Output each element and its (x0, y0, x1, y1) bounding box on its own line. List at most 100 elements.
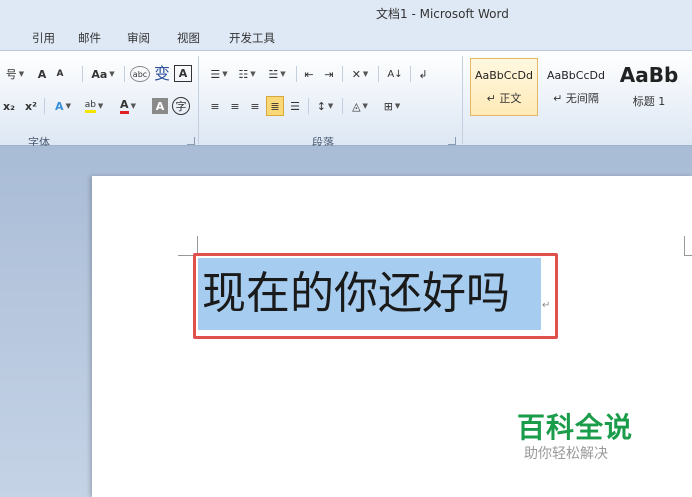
chevron-down-icon: ▼ (327, 102, 334, 110)
chevron-down-icon: ▼ (280, 70, 286, 78)
highlight-frame (193, 253, 558, 339)
font-color-icon: A (120, 98, 129, 114)
shading-button[interactable]: ◬ ▼ (346, 96, 374, 116)
font-color-button[interactable]: A ▼ (114, 96, 142, 116)
clear-format-button[interactable]: abc (130, 66, 150, 82)
sort-icon: A↓ (387, 68, 403, 80)
separator (342, 66, 343, 82)
align-center-button[interactable]: ≡ (226, 96, 244, 116)
enclose-char-button[interactable]: 字 (172, 97, 190, 115)
chevron-down-icon: ▼ (109, 70, 115, 78)
show-marks-button[interactable]: ↲ (414, 64, 432, 84)
grow-font-button[interactable]: A (34, 64, 50, 84)
char-shading-icon: A (155, 99, 165, 113)
chevron-down-icon: ▼ (222, 70, 228, 78)
chevron-down-icon: ▼ (362, 70, 369, 78)
clear-format-icon: abc (132, 69, 148, 79)
separator (342, 98, 343, 114)
increase-indent-icon: ⇥ (324, 67, 334, 81)
distributed-button[interactable]: ☰ (286, 96, 304, 116)
line-spacing-icon: ↕ (316, 99, 326, 113)
phonetic-guide-button[interactable]: 变 (152, 62, 172, 83)
separator (308, 98, 309, 114)
crop-mark-right (684, 236, 692, 256)
change-case-icon: Aa (91, 67, 108, 81)
align-left-icon: ≡ (210, 99, 220, 113)
line-spacing-button[interactable]: ↕ ▼ (312, 96, 338, 116)
font-size-value: 号 (5, 68, 17, 81)
chinese-layout-icon: ✕ (351, 67, 361, 81)
enclose-char-icon: 字 (175, 100, 187, 113)
highlight-icon: ab (84, 100, 96, 113)
multilevel-list-icon: ☱ (268, 67, 279, 81)
chevron-down-icon: ▼ (250, 70, 256, 78)
superscript-icon: x² (25, 99, 37, 113)
bullets-icon: ☰ (210, 67, 221, 81)
align-left-button[interactable]: ≡ (206, 96, 224, 116)
justify-button[interactable]: ≣ (266, 96, 284, 116)
char-shading-button[interactable]: A (152, 98, 168, 114)
align-center-icon: ≡ (230, 99, 240, 113)
separator (296, 66, 297, 82)
font-dialog-launcher-icon[interactable] (187, 137, 195, 145)
decrease-indent-icon: ⇤ (304, 67, 314, 81)
tab-view[interactable]: 视图 (177, 30, 200, 46)
chinese-layout-button[interactable]: ✕ ▼ (346, 64, 374, 84)
style-heading-1-name: 标题 1 (632, 95, 666, 108)
tab-review[interactable]: 审阅 (127, 30, 150, 46)
bullets-button[interactable]: ☰ ▼ (206, 64, 232, 84)
text-effects-button[interactable]: A ▼ (50, 96, 76, 116)
paragraph-dialog-launcher-icon[interactable] (448, 137, 456, 145)
borders-icon: ⊞ (383, 99, 393, 113)
phonetic-guide-icon: 变 (153, 64, 170, 83)
style-heading-1[interactable]: AaBb 标题 1 (614, 58, 684, 116)
shrink-font-icon: A (56, 69, 64, 79)
numbering-icon: ☷ (238, 67, 249, 81)
multilevel-list-button[interactable]: ☱ ▼ (262, 64, 292, 84)
subscript-button[interactable]: x₂ (0, 96, 18, 116)
decrease-indent-button[interactable]: ⇤ (300, 64, 318, 84)
subscript-icon: x₂ (3, 99, 15, 113)
chevron-down-icon: ▼ (130, 102, 136, 110)
separator (44, 98, 45, 114)
distributed-icon: ☰ (290, 99, 300, 113)
chevron-down-icon: ▼ (394, 102, 401, 110)
char-border-icon: A (178, 67, 188, 80)
separator (378, 66, 379, 82)
borders-button[interactable]: ⊞ ▼ (378, 96, 406, 116)
title-bar: 文档1 - Microsoft Word (0, 0, 692, 26)
chevron-down-icon: ▼ (18, 70, 25, 78)
highlight-button[interactable]: ab ▼ (80, 96, 108, 116)
tab-references[interactable]: 引用 (32, 30, 55, 46)
ribbon-tabs: 引用 邮件 审阅 视图 开发工具 (0, 26, 692, 50)
watermark-title: 百科全说 (517, 411, 634, 444)
style-no-spacing-name: ↵ 无间隔 (553, 92, 599, 105)
style-heading-1-sample: AaBb (619, 63, 679, 87)
superscript-button[interactable]: x² (22, 96, 40, 116)
separator (82, 66, 83, 82)
paragraph-mark-icon: ↲ (418, 67, 428, 81)
chevron-down-icon: ▼ (362, 102, 368, 110)
separator (124, 66, 125, 82)
window-title: 文档1 - Microsoft Word (376, 7, 509, 21)
shrink-font-button[interactable]: A (52, 64, 68, 84)
separator (410, 66, 411, 82)
style-no-spacing[interactable]: AaBbCcDd ↵ 无间隔 (542, 58, 610, 116)
change-case-button[interactable]: Aa ▼ (88, 64, 118, 84)
watermark-subtitle: 助你轻松解决 (524, 446, 608, 462)
style-no-spacing-sample: AaBbCcDd (547, 69, 605, 82)
style-normal[interactable]: AaBbCcDd ↵ 正文 (470, 58, 538, 116)
chevron-down-icon: ▼ (65, 102, 71, 110)
align-right-icon: ≡ (250, 99, 260, 113)
tab-mailings[interactable]: 邮件 (78, 30, 101, 46)
align-right-button[interactable]: ≡ (246, 96, 264, 116)
style-normal-name: ↵ 正文 (486, 92, 522, 105)
font-size-select[interactable]: 号 ▼ (0, 64, 30, 84)
increase-indent-button[interactable]: ⇥ (320, 64, 338, 84)
group-separator (198, 56, 199, 144)
char-border-button[interactable]: A (174, 65, 192, 82)
tab-developer[interactable]: 开发工具 (229, 30, 275, 46)
justify-icon: ≣ (270, 99, 280, 113)
numbering-button[interactable]: ☷ ▼ (234, 64, 260, 84)
sort-button[interactable]: A↓ (384, 64, 406, 84)
